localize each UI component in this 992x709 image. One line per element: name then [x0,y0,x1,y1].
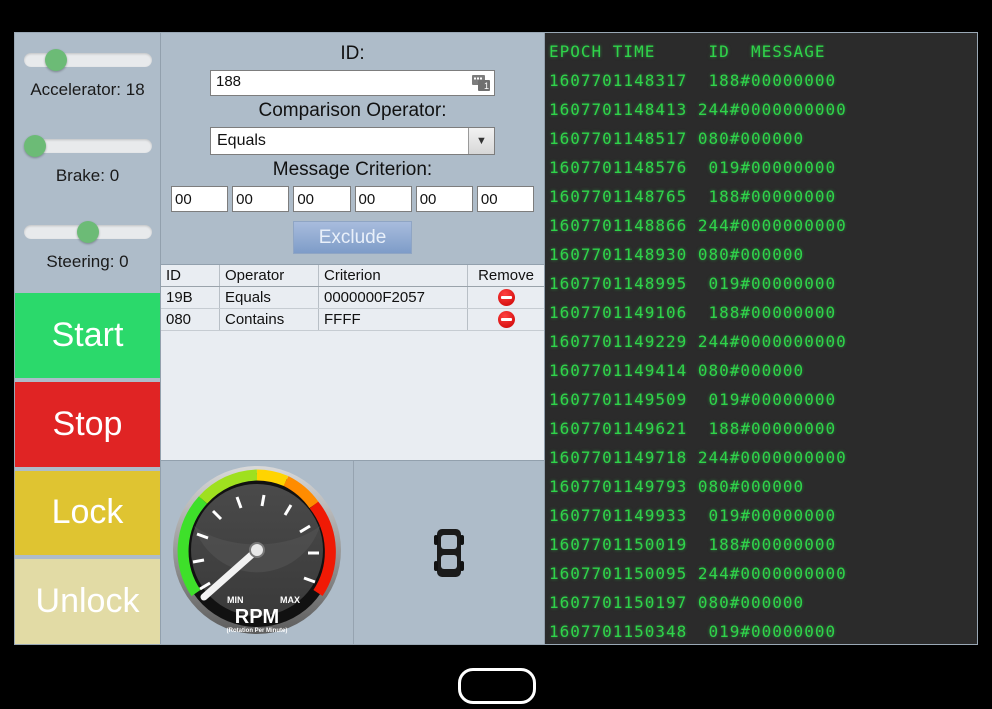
operator-field-label: Comparison Operator: [258,100,447,121]
tablet-device: Accelerator: 18 Brake: 0 Steering: 0 Sta… [0,0,992,709]
criterion-byte-0[interactable]: 00 [171,186,229,212]
table-row[interactable]: 080 Contains FFFF [161,308,544,331]
id-field-label: ID: [340,43,365,64]
log-line: 1607701148317 188#00000000 [549,71,837,90]
row-operator: Contains [219,308,319,331]
gauge-max-label: MAX [280,595,300,605]
remove-icon[interactable] [497,289,515,307]
table-empty-area [161,331,544,460]
row-operator: Equals [219,286,319,309]
row-id: 19B [161,286,220,309]
log-line: 1607701149106 188#00000000 [549,303,837,322]
steering-slider-block: Steering: 0 [15,205,160,291]
criteria-table: ID Operator Criterion Remove 19B Equals … [161,265,544,331]
filter-form: ID: 188 1 Comparison Operator: Equals ▼ … [161,33,544,265]
id-stepper-icon[interactable]: 1 [471,73,492,93]
log-line: 1607701148866 244#0000000000 [549,216,847,235]
steering-slider-knob[interactable] [76,220,99,243]
header-remove: Remove [467,265,544,287]
criterion-byte-4[interactable]: 00 [415,186,473,212]
log-line: 1607701150019 188#00000000 [549,535,837,554]
log-line: 1607701148765 188#00000000 [549,187,837,206]
accelerator-label: Accelerator: 18 [30,79,145,99]
log-line: 1607701149229 244#0000000000 [549,332,847,351]
log-line: 1607701148413 244#0000000000 [549,100,847,119]
log-line: 1607701150197 080#000000 [549,593,805,612]
log-line: 1607701148930 080#000000 [549,245,805,264]
unlock-button[interactable]: Unlock [15,559,160,644]
filter-panel: ID: 188 1 Comparison Operator: Equals ▼ … [161,33,545,644]
vehicle-icon-cell [354,461,544,644]
criterion-byte-inputs: 00 00 00 00 00 00 [171,186,535,212]
brake-slider[interactable] [23,134,152,157]
header-id: ID [161,265,220,287]
log-line: 1607701149793 080#000000 [549,477,805,496]
operator-select[interactable]: Equals [210,127,495,155]
svg-text:1: 1 [484,81,489,91]
criterion-field-label: Message Criterion: [272,159,433,180]
accelerator-slider[interactable] [23,48,152,71]
home-button[interactable] [458,668,536,704]
brake-slider-knob[interactable] [23,134,46,157]
gauge-subtitle: (Rotation Per Minute) [227,628,288,634]
log-line: 1607701148576 019#00000000 [549,158,837,177]
row-remove-cell [467,286,544,309]
id-input-row: 188 1 [210,70,495,96]
criterion-byte-2[interactable]: 00 [293,186,351,212]
operator-select-row: Equals ▼ [210,127,495,155]
log-line: 1607701149509 019#00000000 [549,390,837,409]
header-operator: Operator [219,265,319,287]
gauge-title: RPM [235,606,279,628]
chevron-down-icon[interactable]: ▼ [468,128,494,154]
accelerator-slider-block: Accelerator: 18 [15,33,160,119]
start-button[interactable]: Start [15,293,160,378]
log-line: 1607701149621 188#00000000 [549,419,837,438]
log-line: 1607701148517 080#000000 [549,129,805,148]
id-input[interactable]: 188 [210,70,495,96]
log-header: EPOCH TIME ID MESSAGE [549,42,826,61]
car-top-view-icon [434,528,464,577]
criterion-byte-3[interactable]: 00 [354,186,412,212]
steering-label: Steering: 0 [46,251,129,271]
log-line: 1607701149718 244#0000000000 [549,448,847,467]
brake-slider-block: Brake: 0 [15,119,160,205]
header-criterion: Criterion [318,265,468,287]
rpm-gauge-cell: MIN MAX RPM (Rotation Per Minute) [161,461,354,644]
row-criterion: 0000000F2057 [318,286,468,309]
steering-slider[interactable] [23,220,152,243]
exclude-button[interactable]: Exclude [293,221,412,254]
row-remove-cell [467,308,544,331]
log-line: 1607701149414 080#000000 [549,361,805,380]
gauge-min-label: MIN [227,595,244,605]
brake-label: Brake: 0 [55,165,120,185]
lock-button[interactable]: Lock [15,470,160,556]
log-line: 1607701148995 019#00000000 [549,274,837,293]
criterion-byte-5[interactable]: 00 [476,186,535,212]
action-button-stack: Start Stop Lock Unlock [15,291,160,644]
app-screen: Accelerator: 18 Brake: 0 Steering: 0 Sta… [14,32,978,645]
stop-button[interactable]: Stop [15,381,160,467]
criterion-byte-1[interactable]: 00 [232,186,290,212]
log-line: 1607701150095 244#0000000000 [549,564,847,583]
log-line: 1607701150348 019#00000000 [549,622,837,641]
can-message-log[interactable]: EPOCH TIME ID MESSAGE 1607701148317 188#… [545,33,977,644]
log-line: 1607701149933 019#00000000 [549,506,837,525]
controls-panel: Accelerator: 18 Brake: 0 Steering: 0 Sta… [15,33,161,644]
gauge-panel: MIN MAX RPM (Rotation Per Minute) [161,460,544,644]
remove-icon[interactable] [497,311,515,329]
rpm-gauge: MIN MAX RPM (Rotation Per Minute) [173,465,341,634]
row-id: 080 [161,308,220,331]
row-criterion: FFFF [318,308,468,331]
table-header-row: ID Operator Criterion Remove [161,265,544,287]
table-row[interactable]: 19B Equals 0000000F2057 [161,286,544,309]
accelerator-slider-knob[interactable] [44,48,67,71]
